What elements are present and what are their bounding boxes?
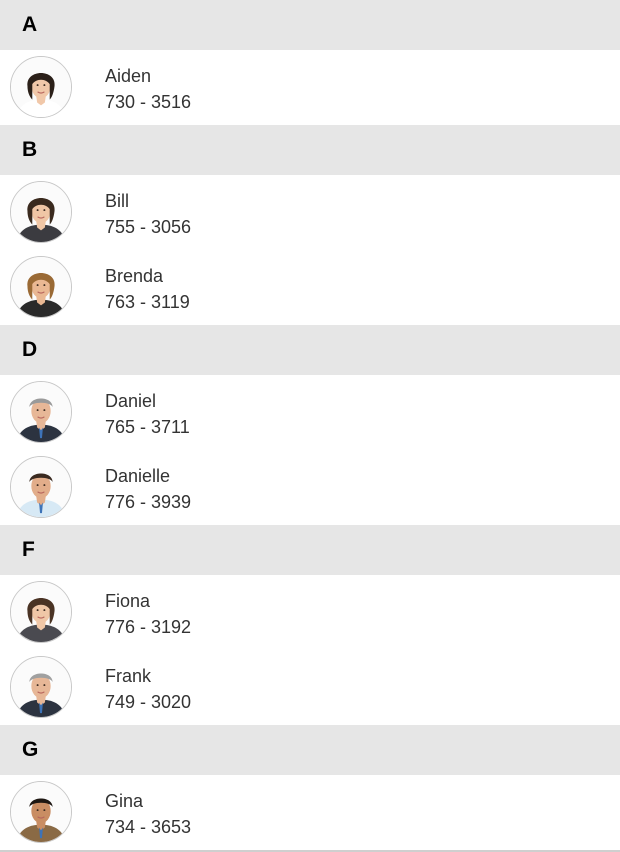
contact-phone: 776 - 3192 [105,617,192,637]
group-letter: A [22,13,38,36]
contact-phone: 730 - 3516 [105,92,192,112]
group-header-f: F [0,525,620,575]
contact-phone: 734 - 3653 [105,817,192,837]
group-header-a: A [0,0,620,50]
group-header-d: D [0,325,620,375]
contact-text: Gina 734 - 3653 [105,788,191,840]
group-header-b: B [0,125,620,175]
contact-phone: 755 - 3056 [105,217,192,237]
woman-avatar-icon [10,181,72,243]
woman-avatar-icon [10,581,72,643]
contact-name: Fiona [105,591,151,611]
contact-row[interactable]: Aiden 730 - 3516 [0,50,620,125]
contact-row[interactable]: Frank 749 - 3020 [0,650,620,725]
contact-text: Brenda 763 - 3119 [105,263,190,315]
group-letter: F [22,538,35,561]
contact-row[interactable]: Fiona 776 - 3192 [0,575,620,650]
contact-name: Brenda [105,266,164,286]
contact-name: Danielle [105,466,171,486]
contact-list[interactable]: A Aiden 730 - 3516 B Bill 755 - 3056 Brenda 763… [0,0,620,850]
contact-row[interactable]: Danielle 776 - 3939 [0,450,620,525]
contact-name: Daniel [105,391,157,411]
group-letter: G [22,738,39,761]
man-avatar-icon [10,456,72,518]
contact-text: Daniel 765 - 3711 [105,388,190,440]
contact-phone: 763 - 3119 [105,292,190,312]
contact-row[interactable]: Daniel 765 - 3711 [0,375,620,450]
contact-phone: 749 - 3020 [105,692,192,712]
woman-avatar-icon [10,256,72,318]
group-letter: B [22,138,38,161]
contact-text: Frank 749 - 3020 [105,663,191,715]
contact-row[interactable]: Brenda 763 - 3119 [0,250,620,325]
contact-name: Gina [105,791,144,811]
man-avatar-icon [10,381,72,443]
contact-row[interactable]: Bill 755 - 3056 [0,175,620,250]
woman-avatar-icon [10,56,72,118]
contact-name: Frank [105,666,152,686]
contact-phone: 776 - 3939 [105,492,192,512]
contact-name: Aiden [105,66,152,86]
contact-text: Bill 755 - 3056 [105,188,191,240]
man-avatar-icon [10,781,72,843]
group-header-g: G [0,725,620,775]
contact-phone: 765 - 3711 [105,417,190,437]
group-letter: D [22,338,38,361]
contact-name: Bill [105,191,130,211]
man-avatar-icon [10,656,72,718]
contact-text: Danielle 776 - 3939 [105,463,191,515]
contact-text: Aiden 730 - 3516 [105,63,191,115]
contact-row[interactable]: Gina 734 - 3653 [0,775,620,850]
contact-text: Fiona 776 - 3192 [105,588,191,640]
